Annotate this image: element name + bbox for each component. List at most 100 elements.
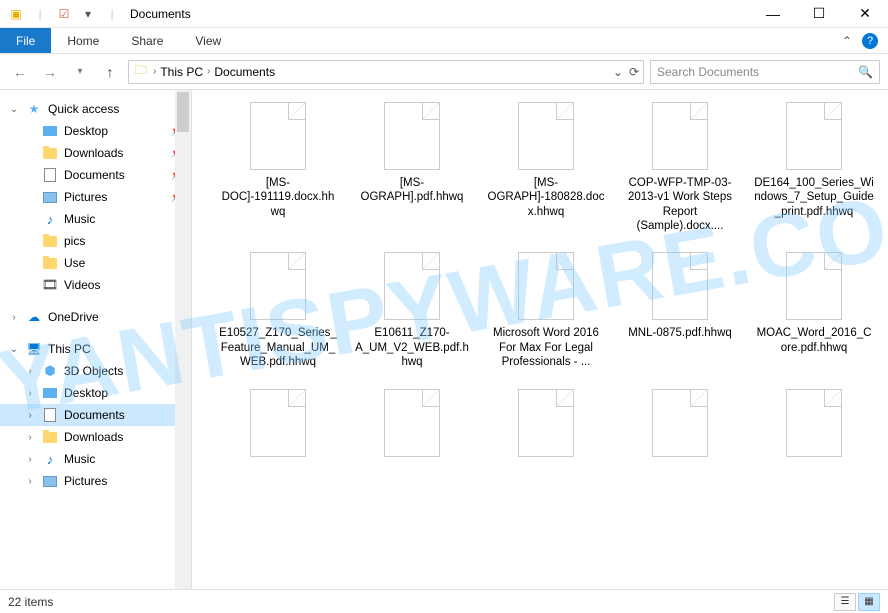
tab-home[interactable]: Home xyxy=(51,28,115,53)
picture-icon xyxy=(42,473,58,489)
chevron-right-icon[interactable]: › xyxy=(153,66,156,77)
chevron-right-icon[interactable]: › xyxy=(24,410,36,421)
sidebar-item-desktop[interactable]: Desktop📌 xyxy=(0,120,191,142)
video-icon: 🎞 xyxy=(42,277,58,293)
sidebar-item-music[interactable]: ›♪Music xyxy=(0,448,191,470)
file-thumb-icon xyxy=(518,252,574,320)
refresh-icon[interactable]: ⟳ xyxy=(629,65,639,79)
file-item[interactable]: E10527_Z170_Series_Feature_Manual_UM_WEB… xyxy=(218,252,338,369)
file-item[interactable]: COP-WFP-TMP-03-2013-v1 Work Steps Report… xyxy=(620,102,740,232)
qat-prop-icon[interactable]: ☑ xyxy=(56,6,72,22)
chevron-down-icon[interactable]: ⌄ xyxy=(8,104,20,115)
folder-icon xyxy=(42,233,58,249)
file-label: E10527_Z170_Series_Feature_Manual_UM_WEB… xyxy=(218,326,338,369)
address-dropdown-icon[interactable]: ⌄ xyxy=(613,65,623,79)
sidebar-item-label: Pictures xyxy=(64,190,107,204)
sidebar-scroll-thumb[interactable] xyxy=(177,92,189,132)
sidebar-item-label: Downloads xyxy=(64,146,123,160)
qat-dropdown-icon[interactable]: ▾ xyxy=(80,6,96,22)
file-label: MNL-0875.pdf.hhwq xyxy=(628,326,732,340)
forward-button[interactable]: → xyxy=(38,60,62,84)
sidebar-item-label: Music xyxy=(64,452,95,466)
sidebar-scrollbar[interactable] xyxy=(175,90,191,589)
up-button[interactable]: ↑ xyxy=(98,60,122,84)
search-placeholder: Search Documents xyxy=(657,65,759,79)
file-item[interactable]: DE164_100_Series_Windows_7_Setup_Guide_p… xyxy=(754,102,874,232)
file-label: E10611_Z170-A_UM_V2_WEB.pdf.hhwq xyxy=(352,326,472,369)
file-item[interactable]: MOAC_Word_2016_Core.pdf.hhwq xyxy=(754,252,874,369)
chevron-right-icon[interactable]: › xyxy=(24,476,36,487)
file-thumb-icon xyxy=(786,389,842,457)
breadcrumb-current[interactable]: Documents xyxy=(214,65,275,79)
search-input[interactable]: Search Documents 🔍 xyxy=(650,60,880,84)
view-details-button[interactable]: ☰ xyxy=(834,593,856,611)
file-item[interactable] xyxy=(620,389,740,463)
sidebar-item-use[interactable]: Use xyxy=(0,252,191,274)
help-icon[interactable]: ? xyxy=(862,33,878,49)
sidebar-item-pics[interactable]: pics xyxy=(0,230,191,252)
chevron-right-icon[interactable]: › xyxy=(24,454,36,465)
sidebar-item-videos[interactable]: 🎞 Videos xyxy=(0,274,191,296)
sidebar-item-downloads[interactable]: Downloads📌 xyxy=(0,142,191,164)
file-thumb-icon xyxy=(652,389,708,457)
sidebar-item-label: Videos xyxy=(64,278,100,292)
file-thumb-icon xyxy=(250,102,306,170)
view-icons-button[interactable]: ▦ xyxy=(858,593,880,611)
ribbon-expand-icon[interactable]: ⌃ xyxy=(842,34,852,48)
sidebar-thispc[interactable]: ⌄ 🖥 This PC xyxy=(0,338,191,360)
tab-view[interactable]: View xyxy=(179,28,237,53)
document-icon xyxy=(42,167,58,183)
file-label: [MS-DOC]-191119.docx.hhwq xyxy=(218,176,338,219)
sidebar-item-desktop[interactable]: › Desktop xyxy=(0,382,191,404)
file-item[interactable]: [MS-OGRAPH]-180828.docx.hhwq xyxy=(486,102,606,232)
chevron-right-icon[interactable]: › xyxy=(24,388,36,399)
minimize-button[interactable]: — xyxy=(750,0,796,28)
chevron-down-icon[interactable]: ⌄ xyxy=(8,344,20,355)
file-item[interactable]: Microsoft Word 2016 For Max For Legal Pr… xyxy=(486,252,606,369)
sidebar-item-pictures[interactable]: Pictures📌 xyxy=(0,186,191,208)
folder-small-icon: ▣ xyxy=(8,6,24,22)
sidebar-item-downloads[interactable]: ›Downloads xyxy=(0,426,191,448)
chevron-right-icon[interactable]: › xyxy=(8,312,20,323)
search-icon[interactable]: 🔍 xyxy=(858,65,873,79)
file-label: COP-WFP-TMP-03-2013-v1 Work Steps Report… xyxy=(620,176,740,232)
chevron-right-icon[interactable]: › xyxy=(24,366,36,377)
file-item[interactable] xyxy=(218,389,338,463)
sidebar-item-label: Desktop xyxy=(64,124,108,138)
sidebar-item-documents[interactable]: Documents📌 xyxy=(0,164,191,186)
file-thumb-icon xyxy=(518,389,574,457)
chevron-right-icon[interactable]: › xyxy=(24,432,36,443)
breadcrumb-root[interactable]: This PC xyxy=(160,65,203,79)
sidebar-item-pictures[interactable]: ›Pictures xyxy=(0,470,191,492)
file-item[interactable] xyxy=(754,389,874,463)
tab-share[interactable]: Share xyxy=(115,28,179,53)
file-item[interactable]: [MS-OGRAPH].pdf.hhwq xyxy=(352,102,472,232)
sidebar-item-label: Use xyxy=(64,256,85,270)
maximize-button[interactable]: ☐ xyxy=(796,0,842,28)
address-bar[interactable]: 🗀 › This PC › Documents ⌄ ⟳ xyxy=(128,60,644,84)
sidebar-item-documents[interactable]: ›Documents xyxy=(0,404,191,426)
sidebar-item-music[interactable]: ♪Music xyxy=(0,208,191,230)
back-button[interactable]: ← xyxy=(8,60,32,84)
sidebar-item-label: OneDrive xyxy=(48,310,99,324)
sidebar-onedrive[interactable]: › ☁ OneDrive xyxy=(0,306,191,328)
sidebar-item-label: Desktop xyxy=(64,386,108,400)
recent-dropdown-icon[interactable]: ▾ xyxy=(68,60,92,84)
file-pane[interactable]: [MS-DOC]-191119.docx.hhwq [MS-OGRAPH].pdf… xyxy=(192,90,888,589)
sidebar-item-label: Documents xyxy=(64,168,125,182)
folder-icon xyxy=(42,145,58,161)
sidebar-quickaccess[interactable]: ⌄ ★ Quick access xyxy=(0,98,191,120)
file-item[interactable] xyxy=(486,389,606,463)
statusbar: 22 items ☰ ▦ xyxy=(0,589,888,613)
close-button[interactable]: ✕ xyxy=(842,0,888,28)
computer-icon: 🖥 xyxy=(26,341,42,357)
tab-file[interactable]: File xyxy=(0,28,51,53)
chevron-right-icon[interactable]: › xyxy=(207,66,210,77)
file-item[interactable]: [MS-DOC]-191119.docx.hhwq xyxy=(218,102,338,232)
file-item[interactable]: MNL-0875.pdf.hhwq xyxy=(620,252,740,369)
desktop-icon xyxy=(42,123,58,139)
file-item[interactable]: E10611_Z170-A_UM_V2_WEB.pdf.hhwq xyxy=(352,252,472,369)
picture-icon xyxy=(42,189,58,205)
file-item[interactable] xyxy=(352,389,472,463)
sidebar-item-3d-objects[interactable]: ›⬢3D Objects xyxy=(0,360,191,382)
